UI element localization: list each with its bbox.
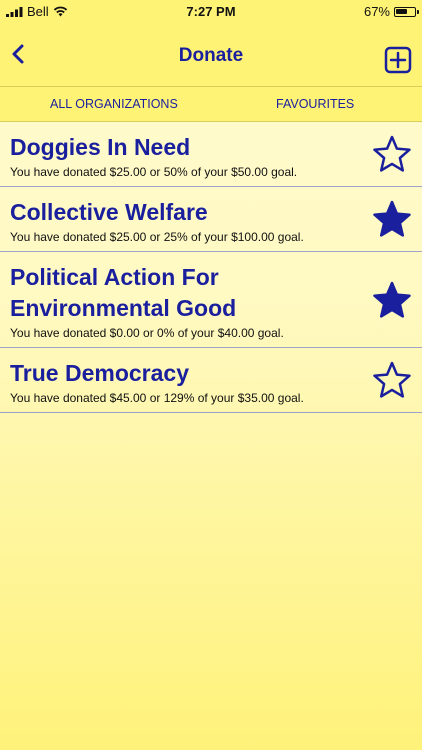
battery-icon <box>394 6 419 17</box>
status-time: 7:27 PM <box>186 4 236 19</box>
tab-bar: ALL ORGANIZATIONS FAVOURITES <box>0 86 422 122</box>
donation-summary: You have donated $0.00 or 0% of your $40… <box>10 326 284 340</box>
list-item[interactable]: Doggies In Need You have donated $25.00 … <box>0 122 422 187</box>
favourite-star-icon[interactable] <box>372 134 412 174</box>
status-right: 67% <box>363 4 419 19</box>
plus-square-icon <box>384 46 412 74</box>
list-item[interactable]: Collective Welfare You have donated $25.… <box>0 187 422 252</box>
donation-summary: You have donated $25.00 or 50% of your $… <box>10 165 298 179</box>
list-item[interactable]: True Democracy You have donated $45.00 o… <box>0 348 422 413</box>
donation-summary: You have donated $25.00 or 25% of your $… <box>10 230 304 244</box>
organization-name: True Democracy <box>10 360 189 386</box>
page-title: Donate <box>178 45 244 66</box>
organization-list: Doggies In Need You have donated $25.00 … <box>0 122 422 413</box>
favourite-star-icon[interactable] <box>372 360 412 400</box>
status-bar: Bell 7:27 PM 67% <box>0 0 422 22</box>
favourite-star-icon[interactable] <box>372 199 412 239</box>
organization-name: Doggies In Need <box>10 134 191 160</box>
tab-all-organizations[interactable]: ALL ORGANIZATIONS <box>50 97 178 111</box>
organization-name: Political Action For Environmental Good <box>10 264 237 321</box>
list-item[interactable]: Political Action For Environmental Good … <box>0 252 422 348</box>
tab-favourites[interactable]: FAVOURITES <box>276 97 354 111</box>
add-organization-button[interactable] <box>384 46 412 74</box>
organization-name: Collective Welfare <box>10 199 208 225</box>
favourite-star-icon[interactable] <box>372 280 412 320</box>
battery-level <box>396 8 407 14</box>
nav-bar: Donate <box>0 22 422 86</box>
battery-percent: 67% <box>363 4 390 19</box>
donation-summary: You have donated $45.00 or 129% of your … <box>10 391 304 405</box>
battery-tip <box>417 9 419 14</box>
